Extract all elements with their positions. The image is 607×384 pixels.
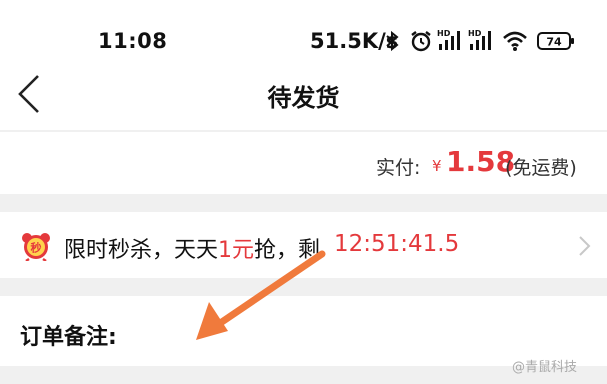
watermark: @青鼠科技 <box>512 360 578 375</box>
annotation-arrow-icon <box>196 250 326 340</box>
